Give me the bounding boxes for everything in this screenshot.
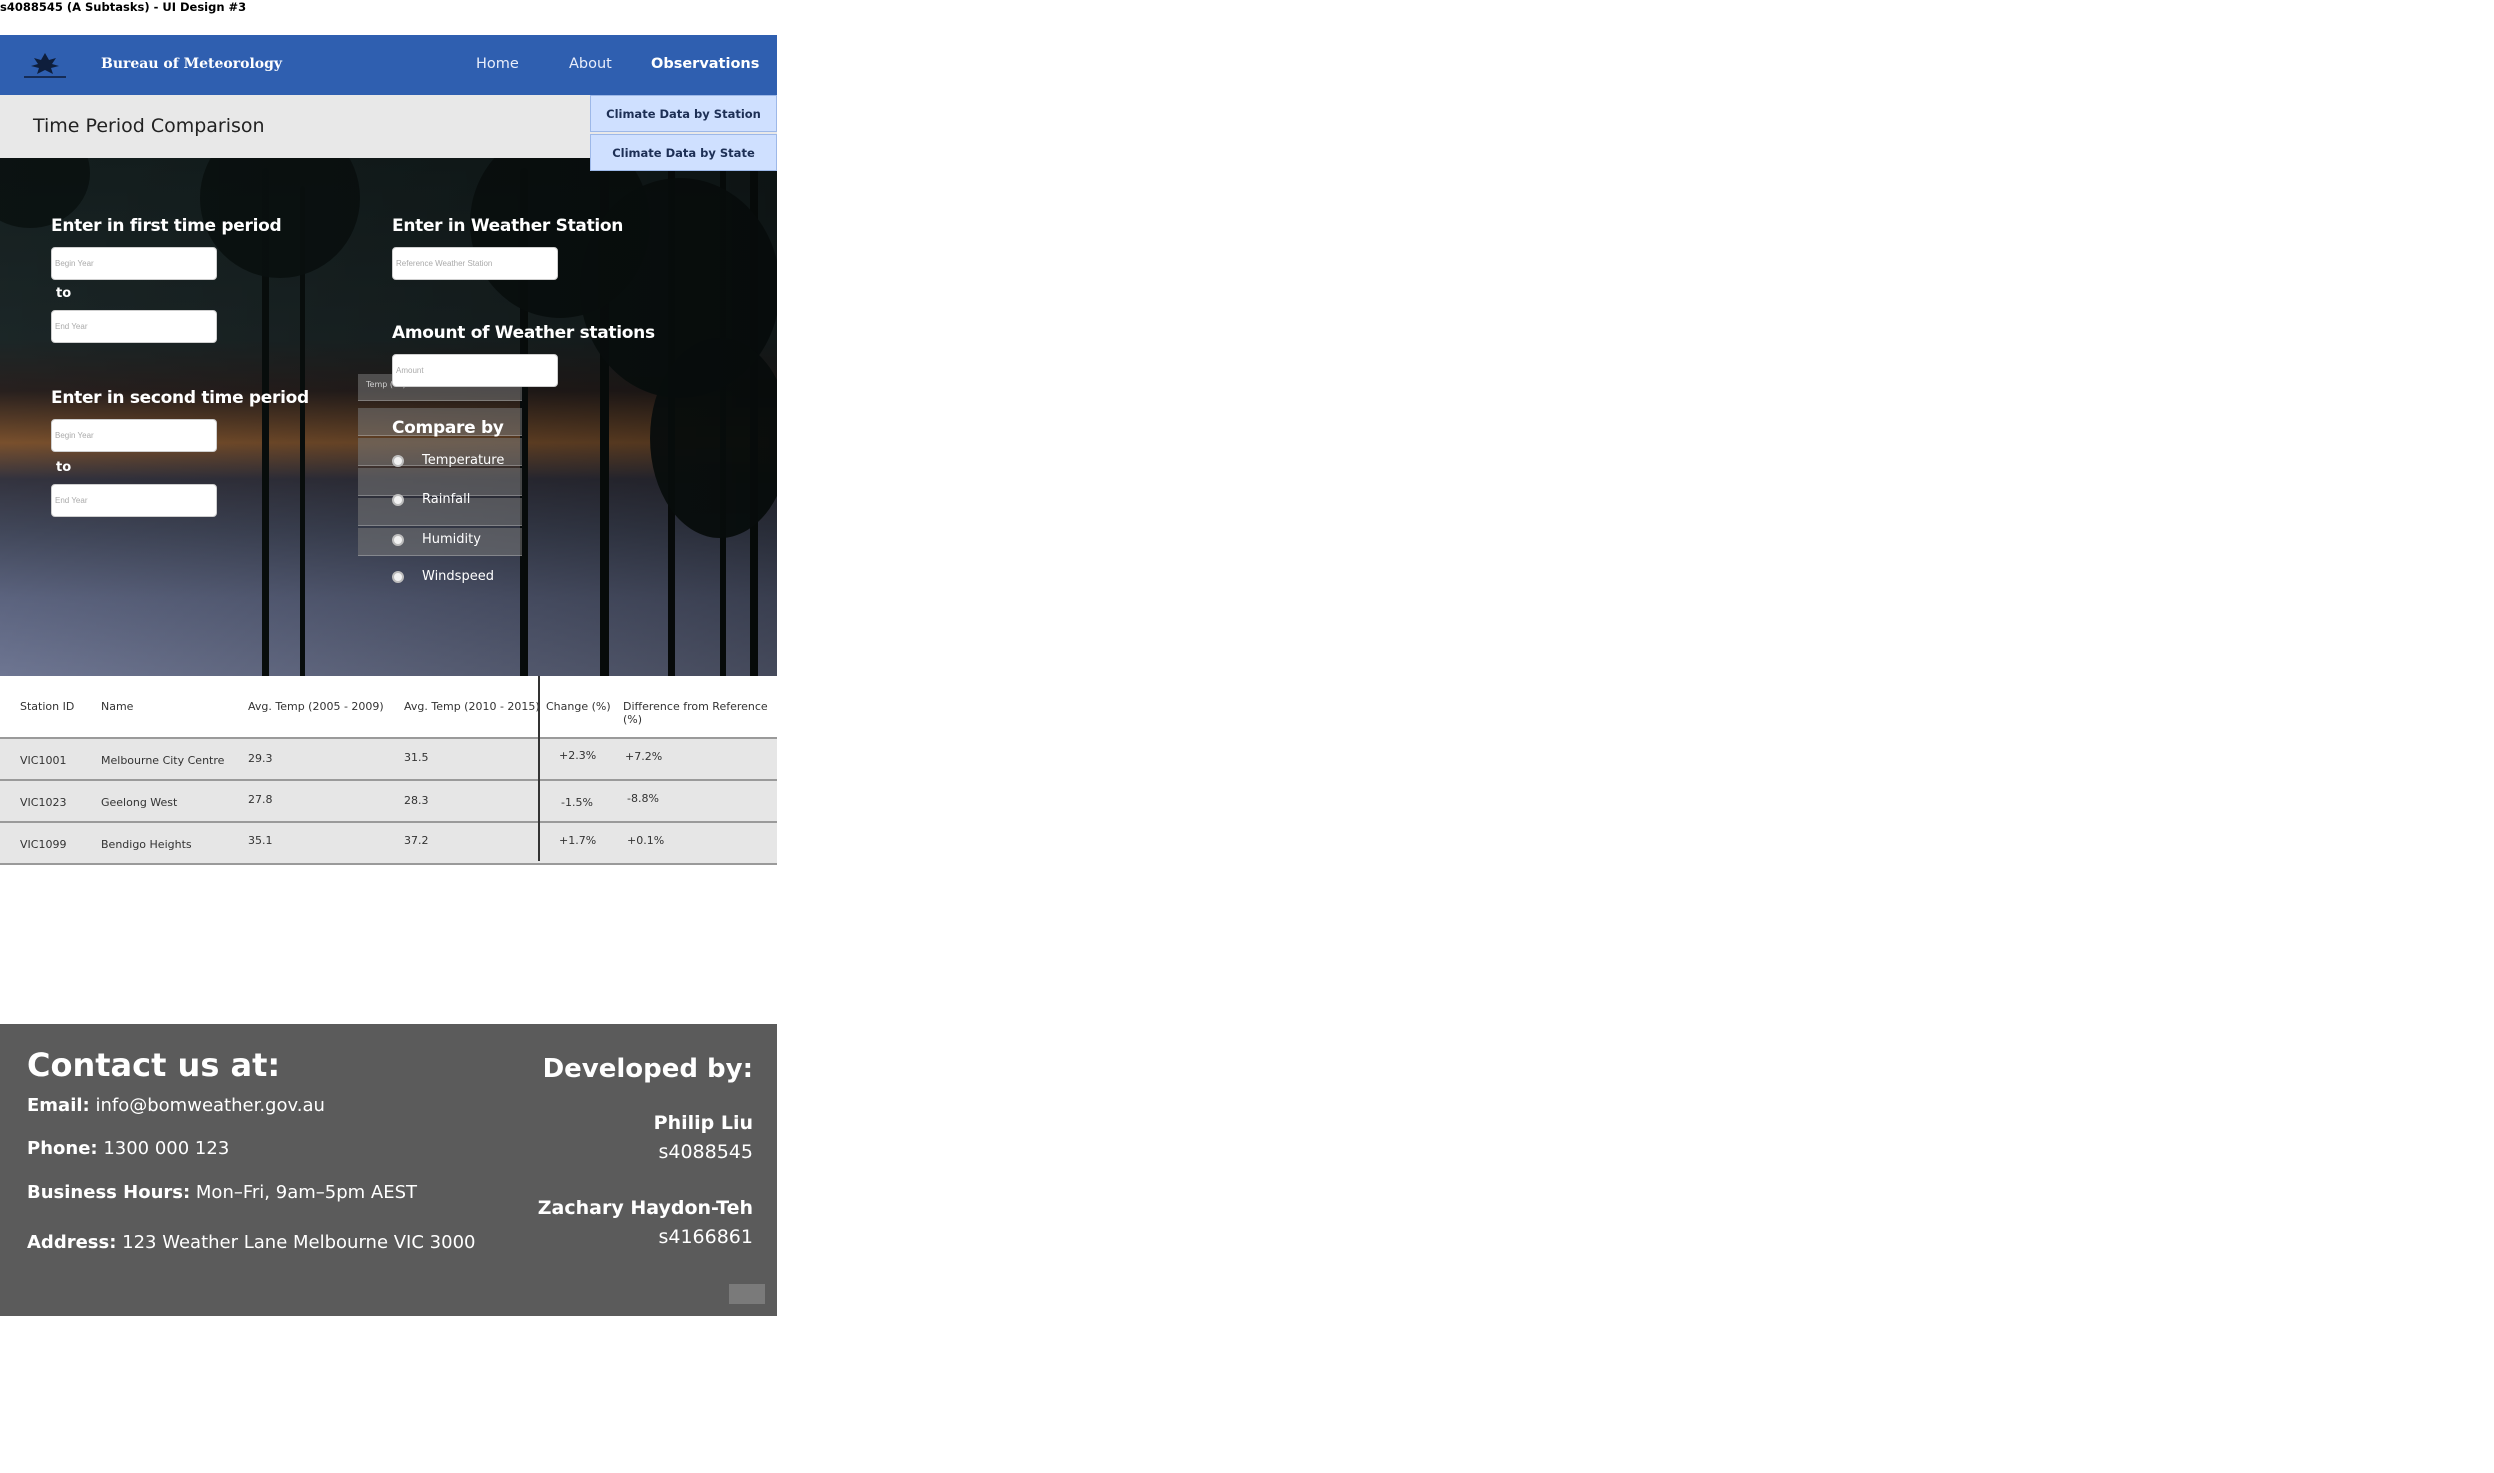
first-begin-year-input[interactable] xyxy=(51,247,217,280)
table-row: VIC1001 Melbourne City Centre 29.3 31.5 … xyxy=(0,739,777,781)
radio-icon[interactable] xyxy=(392,454,404,467)
second-period-heading: Enter in second time period xyxy=(51,388,309,408)
developer-id: s4166861 xyxy=(658,1226,753,1248)
radio-icon[interactable] xyxy=(392,493,404,506)
phone-label: Phone: xyxy=(27,1138,98,1159)
radio-temperature[interactable]: Temperature xyxy=(392,453,504,468)
footer: Contact us at: Email: info@bomweather.go… xyxy=(0,1024,777,1316)
first-end-year-input[interactable] xyxy=(51,310,217,343)
results-table: Station ID Name Avg. Temp (2005 - 2009) … xyxy=(0,676,777,865)
cell-change: +1.7% xyxy=(559,834,597,847)
second-begin-year-input[interactable] xyxy=(51,419,217,452)
developer-name: Zachary Haydon-Teh xyxy=(537,1197,753,1219)
radio-humidity-label: Humidity xyxy=(422,532,481,547)
compare-by-heading: Compare by xyxy=(392,418,504,438)
email-value[interactable]: info@bomweather.gov.au xyxy=(95,1095,324,1116)
contact-phone: Phone: 1300 000 123 xyxy=(27,1138,229,1159)
cell-avg-temp-2: 31.5 xyxy=(404,751,429,764)
nav-observations-link[interactable]: Observations xyxy=(651,56,759,72)
first-period-heading: Enter in first time period xyxy=(51,216,282,236)
header-avg-temp-2: Avg. Temp (2010 - 2015) xyxy=(404,700,540,713)
cell-avg-temp-2: 28.3 xyxy=(404,794,429,807)
amount-field[interactable] xyxy=(393,355,557,386)
contact-address: Address: 123 Weather Lane Melbourne VIC … xyxy=(27,1232,475,1253)
nav-home-link[interactable]: Home xyxy=(476,56,519,72)
second-end-year-field[interactable] xyxy=(52,485,216,516)
header-name: Name xyxy=(101,700,134,713)
cell-avg-temp-1: 29.3 xyxy=(248,752,273,765)
cell-name: Bendigo Heights xyxy=(101,838,192,851)
first-to-label: to xyxy=(56,286,72,301)
cell-difference: +7.2% xyxy=(625,750,663,763)
contact-email: Email: info@bomweather.gov.au xyxy=(27,1095,325,1116)
cell-difference: +0.1% xyxy=(627,834,665,847)
first-begin-year-field[interactable] xyxy=(52,248,216,279)
back-to-top-button[interactable] xyxy=(729,1284,765,1304)
second-end-year-input[interactable] xyxy=(51,484,217,517)
cell-change: -1.5% xyxy=(561,796,593,809)
first-end-year-field[interactable] xyxy=(52,311,216,342)
cell-name: Geelong West xyxy=(101,796,178,809)
radio-windspeed[interactable]: Windspeed xyxy=(392,569,494,584)
cell-station-id: VIC1001 xyxy=(20,754,67,767)
cell-difference: -8.8% xyxy=(627,792,659,805)
page: Bureau of Meteorology Home About Observa… xyxy=(0,35,777,865)
contact-hours: Business Hours: Mon–Fri, 9am–5pm AEST xyxy=(27,1182,417,1203)
crest-logo-icon[interactable] xyxy=(18,49,72,83)
cell-name: Melbourne City Centre xyxy=(101,754,225,767)
page-title: Time Period Comparison xyxy=(33,115,265,137)
hours-value: Mon–Fri, 9am–5pm AEST xyxy=(195,1182,418,1203)
hero-form-section: Enter in first time period to Enter in s… xyxy=(0,158,777,676)
header-avg-temp-1: Avg. Temp (2005 - 2009) xyxy=(248,700,384,713)
station-input[interactable] xyxy=(392,247,558,280)
hours-label: Business Hours: xyxy=(27,1182,191,1203)
radio-temperature-label: Temperature xyxy=(422,453,505,468)
table-row: VIC1023 Geelong West 27.8 28.3 -1.5% -8.… xyxy=(0,781,777,823)
email-label: Email: xyxy=(27,1095,90,1116)
cell-station-id: VIC1099 xyxy=(20,838,67,851)
column-divider xyxy=(538,676,540,861)
cell-avg-temp-1: 27.8 xyxy=(248,793,273,806)
window-title: s4088545 (A Subtasks) - UI Design #3 xyxy=(0,0,247,14)
station-field[interactable] xyxy=(393,248,557,279)
brand-name[interactable]: Bureau of Meteorology xyxy=(101,56,282,72)
radio-windspeed-label: Windspeed xyxy=(422,569,494,584)
top-navbar: Bureau of Meteorology Home About Observa… xyxy=(0,35,777,95)
second-begin-year-field[interactable] xyxy=(52,420,216,451)
table-row: VIC1099 Bendigo Heights 35.1 37.2 +1.7% … xyxy=(0,823,777,865)
header-station-id: Station ID xyxy=(20,700,75,713)
menu-climate-by-station[interactable]: Climate Data by Station xyxy=(590,95,777,132)
radio-icon[interactable] xyxy=(392,533,404,546)
radio-humidity[interactable]: Humidity xyxy=(392,532,481,547)
amount-heading: Amount of Weather stations xyxy=(392,323,655,343)
developer-name: Philip Liu xyxy=(653,1112,753,1134)
developed-heading: Developed by: xyxy=(542,1054,753,1084)
observations-dropdown: Climate Data by Station Climate Data by … xyxy=(590,95,777,173)
phone-value[interactable]: 1300 000 123 xyxy=(103,1138,229,1159)
address-label: Address: xyxy=(27,1232,117,1253)
cell-avg-temp-2: 37.2 xyxy=(404,834,429,847)
developer-id: s4088545 xyxy=(658,1141,753,1163)
radio-rainfall-label: Rainfall xyxy=(422,492,471,507)
nav-about-link[interactable]: About xyxy=(569,56,612,72)
menu-climate-by-state[interactable]: Climate Data by State xyxy=(590,134,777,171)
second-to-label: to xyxy=(56,460,72,475)
cell-station-id: VIC1023 xyxy=(20,796,67,809)
contact-heading: Contact us at: xyxy=(27,1046,281,1084)
header-change: Change (%) xyxy=(546,700,611,713)
radio-icon[interactable] xyxy=(392,570,404,583)
header-difference: Difference from Reference (%) xyxy=(623,700,768,726)
cell-change: +2.3% xyxy=(559,749,597,762)
station-heading: Enter in Weather Station xyxy=(392,216,624,236)
radio-rainfall[interactable]: Rainfall xyxy=(392,492,470,507)
address-value: 123 Weather Lane Melbourne VIC 3000 xyxy=(122,1232,476,1253)
amount-input[interactable] xyxy=(392,354,558,387)
table-header-row: Station ID Name Avg. Temp (2005 - 2009) … xyxy=(0,676,777,739)
cell-avg-temp-1: 35.1 xyxy=(248,834,273,847)
